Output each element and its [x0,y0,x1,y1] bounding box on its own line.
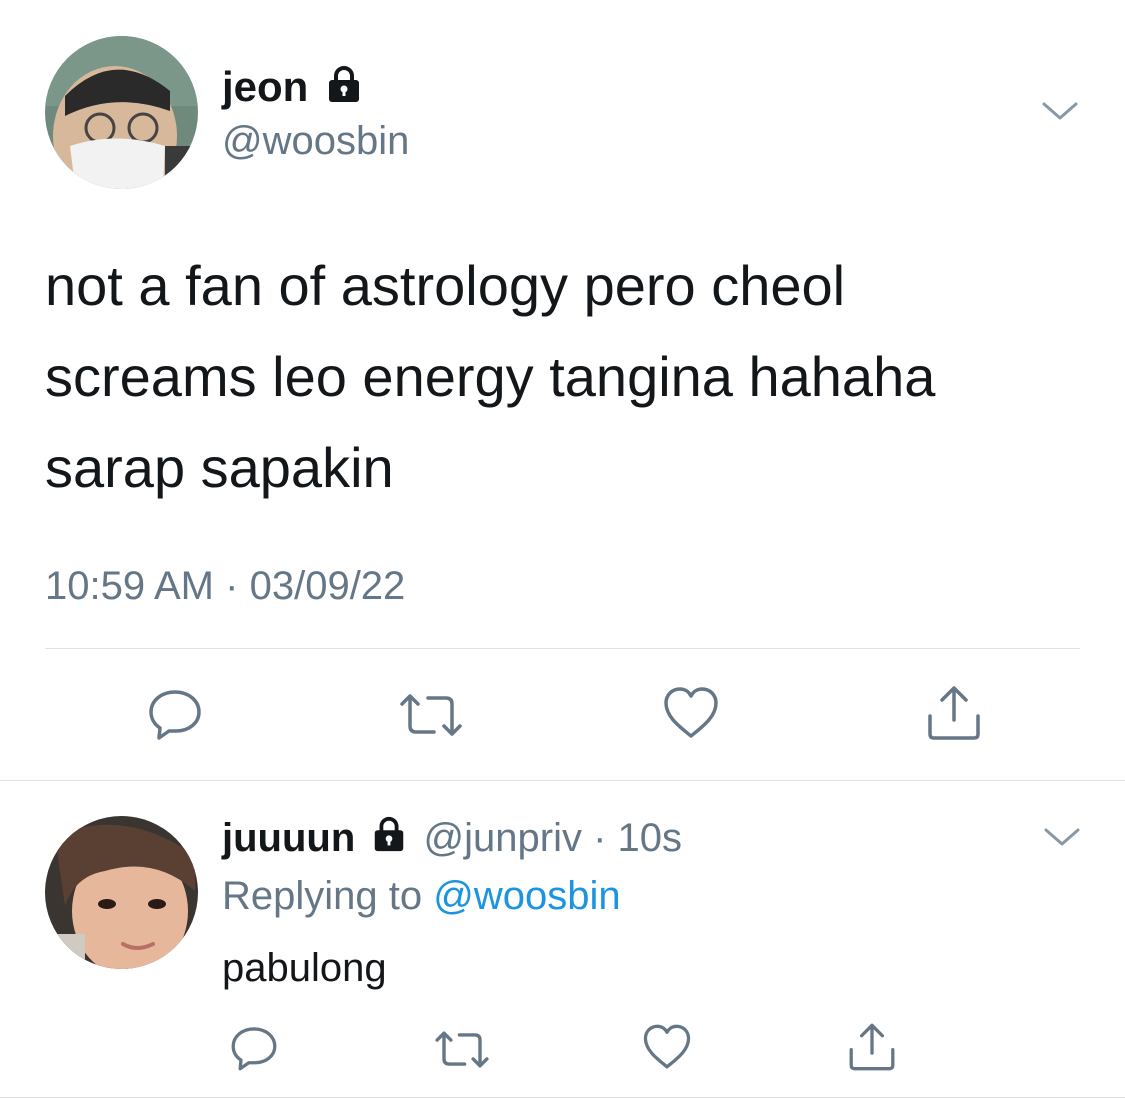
like-button[interactable] [660,684,722,742]
tweet-age[interactable]: 10s [618,816,683,860]
reply-icon [149,690,201,740]
handle[interactable]: @woosbin [222,117,409,165]
reply-header: juuuun @junpriv · 10s [222,812,682,866]
share-icon [849,1023,895,1071]
tweet-time: 10:59 AM [45,564,215,608]
share-button[interactable] [846,1020,898,1074]
like-icon [643,1024,691,1069]
tweet-text: not a fan of astrology pero cheol scream… [45,240,935,513]
avatar-image [45,36,198,189]
tweet-text-line: screams leo energy tangina hahaha [45,345,936,408]
reply-button[interactable] [228,1022,280,1074]
share-icon [928,686,980,740]
display-name[interactable]: jeon [222,62,364,115]
replying-to-label: Replying to [222,874,423,918]
divider [45,648,1080,649]
retweet-icon [435,1031,489,1068]
chevron-down-icon[interactable] [1042,824,1082,850]
avatar[interactable] [45,816,198,969]
divider [0,1097,1125,1098]
timestamp-separator: · [225,564,239,608]
share-button[interactable] [924,682,984,744]
tweet-text-line: sarap sapakin [45,436,394,499]
replying-to-handle[interactable]: @woosbin [433,874,620,918]
like-button[interactable] [640,1022,694,1072]
tweet-date: 03/09/22 [249,564,406,608]
retweet-button[interactable] [396,690,466,740]
retweet-button[interactable] [432,1028,492,1071]
lock-icon [370,814,408,866]
like-icon [664,687,718,738]
display-name[interactable]: juuuun [222,816,355,860]
replying-to: Replying to @woosbin [222,870,621,922]
timestamp-separator: · [593,816,607,860]
divider [0,780,1125,781]
chevron-down-icon[interactable] [1040,98,1080,124]
retweet-icon [400,694,462,736]
handle[interactable]: @junpriv [424,816,582,860]
avatar[interactable] [45,36,198,189]
reply-button[interactable] [145,684,205,744]
tweet-text-line: not a fan of astrology pero cheol [45,254,846,317]
timestamp[interactable]: 10:59 AM · 03/09/22 [45,562,405,610]
tweet-text: pabulong [222,946,387,990]
reply-icon [231,1027,277,1071]
display-name-text: jeon [222,63,309,110]
lock-icon [324,64,364,115]
avatar-image [45,816,198,969]
